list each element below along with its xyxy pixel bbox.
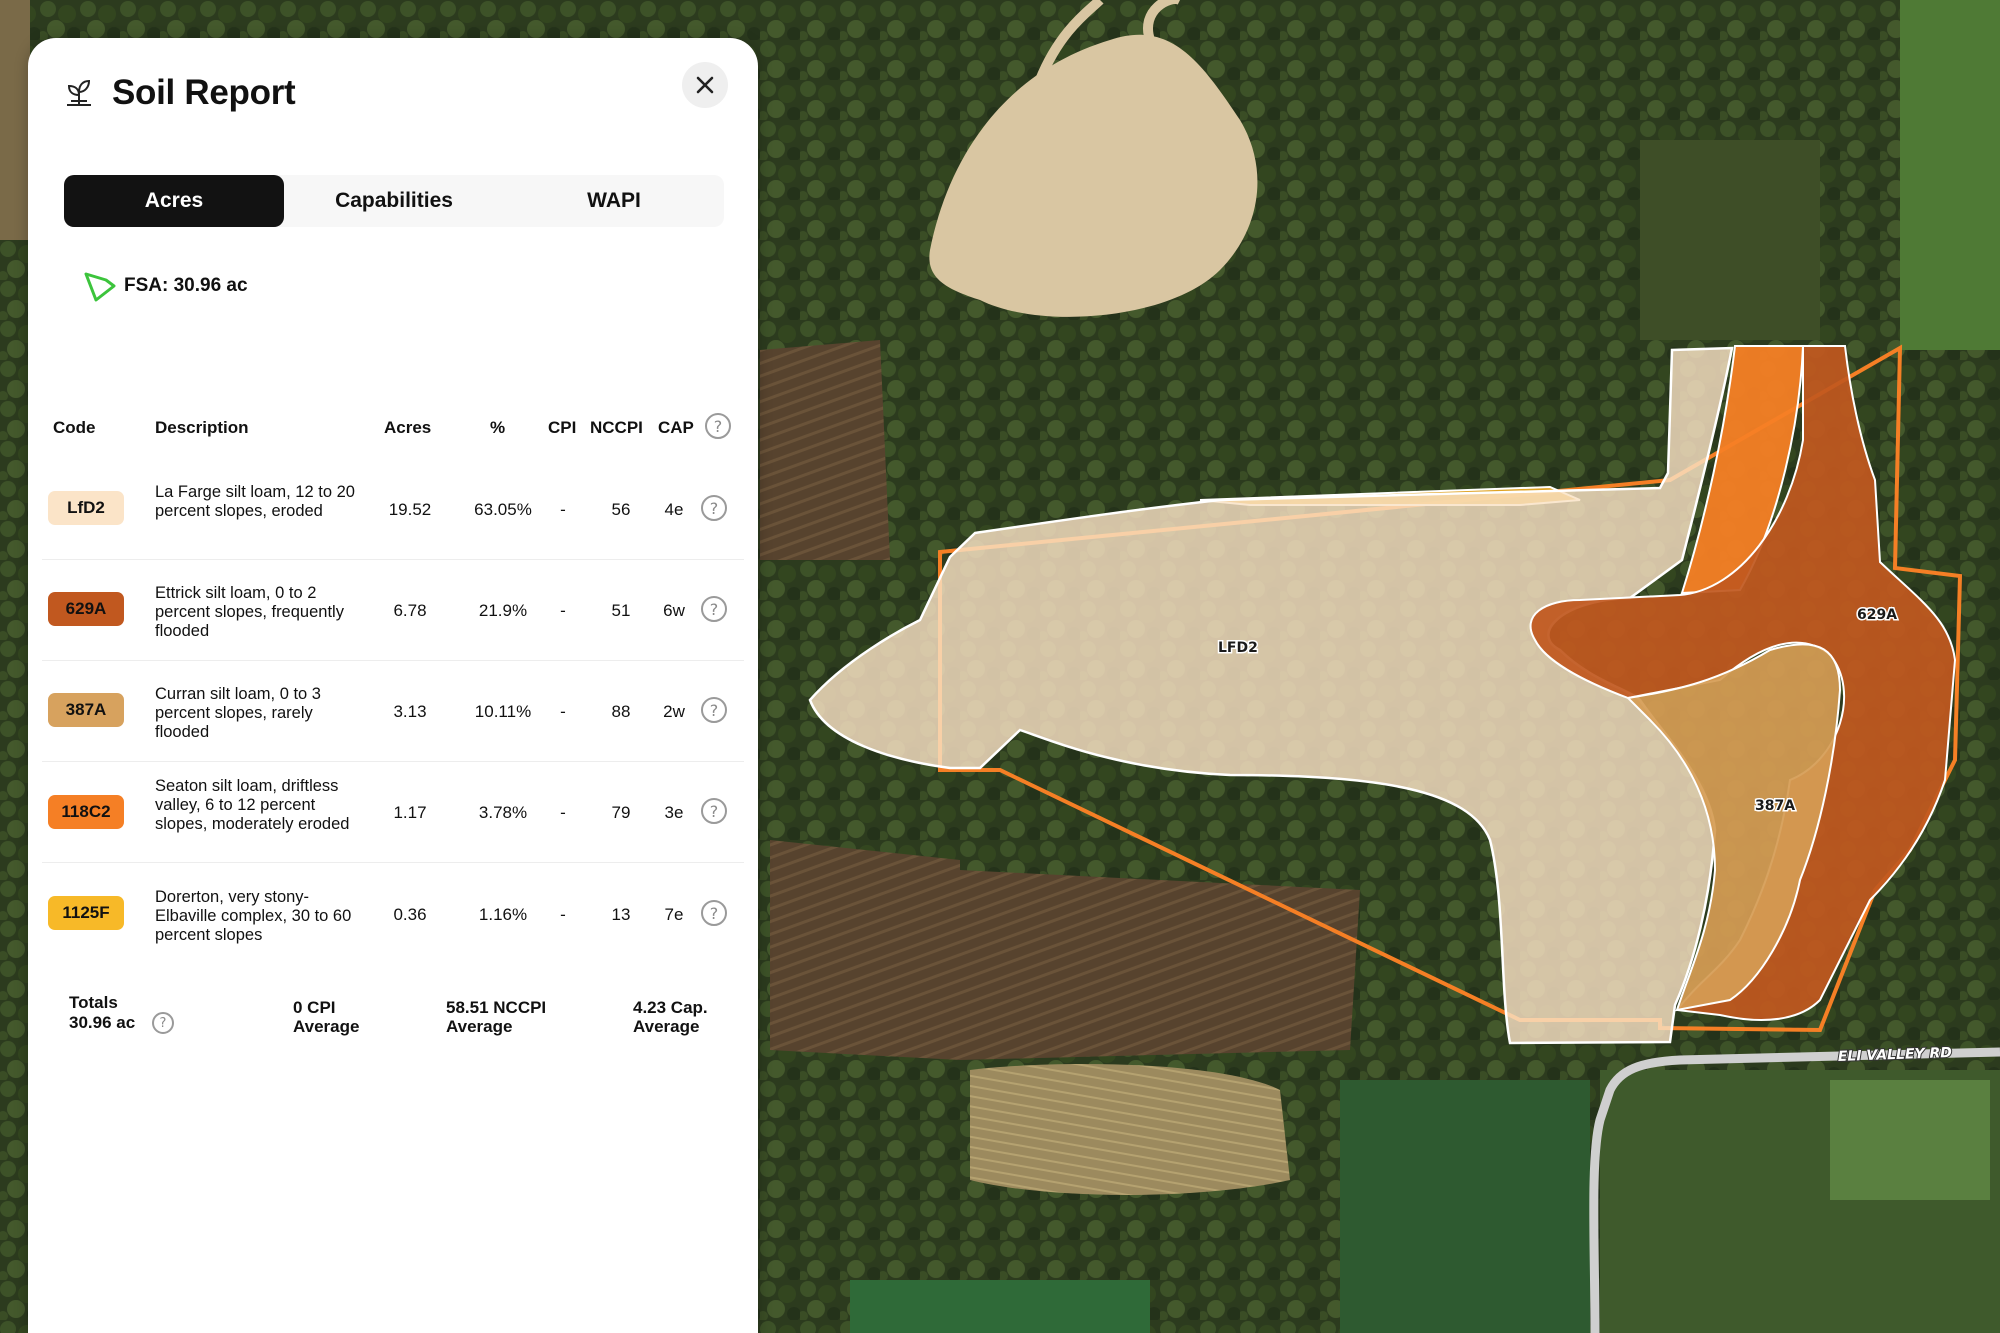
plowed-field-west (760, 340, 890, 560)
nccpi-value: 88 (611, 702, 631, 721)
field-boundary-icon (84, 272, 116, 302)
help-icon[interactable]: ? (701, 596, 727, 622)
plant-sprout-icon (67, 79, 91, 106)
table-row[interactable]: LfD2 La Farge silt loam, 12 to 20 percen… (28, 458, 758, 559)
soil-code-badge: 1125F (48, 896, 124, 930)
table-row[interactable]: 387A Curran silt loam, 0 to 3 percent sl… (28, 660, 758, 761)
cap-value: 7e (664, 905, 684, 924)
totals-label: Totals (69, 993, 118, 1012)
close-button[interactable] (682, 62, 728, 108)
soil-code-badge: 387A (48, 693, 124, 727)
tab-capabilities[interactable]: Capabilities (284, 175, 504, 227)
map-label-lfd2: LFD2 (1218, 640, 1258, 656)
table-row[interactable]: 1125F Dorerton, very stony-Elbaville com… (28, 862, 758, 963)
soil-description: Curran silt loam, 0 to 3 percent slopes,… (155, 685, 321, 741)
col-percent: % (490, 418, 506, 437)
cap-value: 3e (664, 803, 684, 822)
soil-description: Dorerton, very stony-Elbaville complex, … (155, 888, 352, 944)
acres-value: 1.17 (393, 803, 427, 822)
help-icon[interactable]: ? (701, 798, 727, 824)
help-icon[interactable]: ? (701, 900, 727, 926)
field-left-top (0, 0, 30, 240)
cap-value: 4e (664, 500, 684, 519)
acres-value: 6.78 (393, 601, 427, 620)
totals-cpi-caption: Average (293, 1017, 360, 1036)
col-cpi: CPI (548, 418, 577, 437)
totals-cap-value: 4.23 Cap. (633, 998, 708, 1017)
map-label-629a: 629A (1857, 607, 1897, 623)
totals-row: Totals 30.96 ac ? 0 CPI Average 58.51 NC… (28, 950, 758, 1050)
panel-title: Soil Report (112, 73, 296, 112)
pasture-top-right (1900, 0, 2000, 350)
col-code: Code (53, 418, 96, 437)
acres-value: 19.52 (388, 500, 432, 519)
cpi-value: - (560, 601, 566, 620)
cpi-value: - (560, 905, 566, 924)
acres-value: 3.13 (393, 702, 427, 721)
help-icon[interactable]: ? (152, 1012, 174, 1034)
soil-code-badge: LfD2 (48, 491, 124, 525)
percent-value: 21.9% (478, 601, 528, 620)
cpi-value: - (560, 803, 566, 822)
help-icon[interactable]: ? (701, 495, 727, 521)
table-row[interactable]: 629A Ettrick silt loam, 0 to 2 percent s… (28, 559, 758, 660)
nccpi-value: 56 (611, 500, 631, 519)
cap-value: 2w (663, 702, 685, 721)
tab-bar: Acres Capabilities WAPI (64, 175, 724, 227)
col-nccpi: NCCPI (590, 418, 643, 437)
fsa-acres-label: FSA: 30.96 ac (124, 275, 248, 296)
soil-description: Ettrick silt loam, 0 to 2 percent slopes… (155, 584, 344, 640)
pasture-southeast-2 (1830, 1080, 1990, 1200)
col-cap: CAP (658, 418, 694, 437)
cpi-value: - (560, 702, 566, 721)
acres-value: 0.36 (393, 905, 427, 924)
help-icon[interactable]: ? (705, 413, 731, 439)
totals-cpi-value: 0 CPI (293, 998, 336, 1017)
tab-wapi[interactable]: WAPI (504, 175, 724, 227)
percent-value: 3.78% (478, 803, 528, 822)
percent-value: 10.11% (474, 702, 532, 721)
totals-nccpi-value: 58.51 NCCPI (446, 998, 547, 1017)
totals-nccpi-caption: Average (446, 1017, 513, 1036)
plowed-field-south (960, 870, 1360, 1060)
stubble-field-south (970, 1064, 1290, 1195)
tab-acres[interactable]: Acres (64, 175, 284, 227)
nccpi-value: 79 (611, 803, 631, 822)
soil-description: Seaton silt loam, driftless valley, 6 to… (155, 777, 350, 833)
plowed-field-southwest (770, 840, 960, 1060)
soil-code-badge: 118C2 (48, 795, 124, 829)
fsa-summary: FSA: 30.96 ac (82, 268, 248, 304)
panel-header: Soil Report (62, 66, 296, 120)
percent-value: 63.05% (474, 500, 532, 519)
help-icon[interactable]: ? (701, 697, 727, 723)
totals-acres: 30.96 ac (69, 1013, 136, 1032)
close-icon (696, 76, 714, 94)
col-description: Description (155, 418, 249, 437)
field-top-right-strip (1640, 140, 1820, 340)
col-acres: Acres (384, 418, 432, 437)
pasture-bottom (850, 1280, 1150, 1333)
soil-description: La Farge silt loam, 12 to 20 percent slo… (155, 483, 355, 520)
map-label-387a: 387A (1755, 798, 1795, 814)
nccpi-value: 13 (611, 905, 631, 924)
pasture-south (1340, 1080, 1590, 1333)
cpi-value: - (560, 500, 566, 519)
totals-cap-caption: Average (633, 1017, 700, 1036)
table-row[interactable]: 118C2 Seaton silt loam, driftless valley… (28, 761, 758, 862)
percent-value: 1.16% (478, 905, 528, 924)
soil-code-badge: 629A (48, 592, 124, 626)
soil-report-panel: Soil Report Acres Capabilities WAPI FSA:… (28, 38, 758, 1333)
nccpi-value: 51 (611, 601, 631, 620)
cap-value: 6w (663, 601, 685, 620)
table-header: Code Description Acres % CPI NCCPI CAP ? (28, 398, 758, 458)
